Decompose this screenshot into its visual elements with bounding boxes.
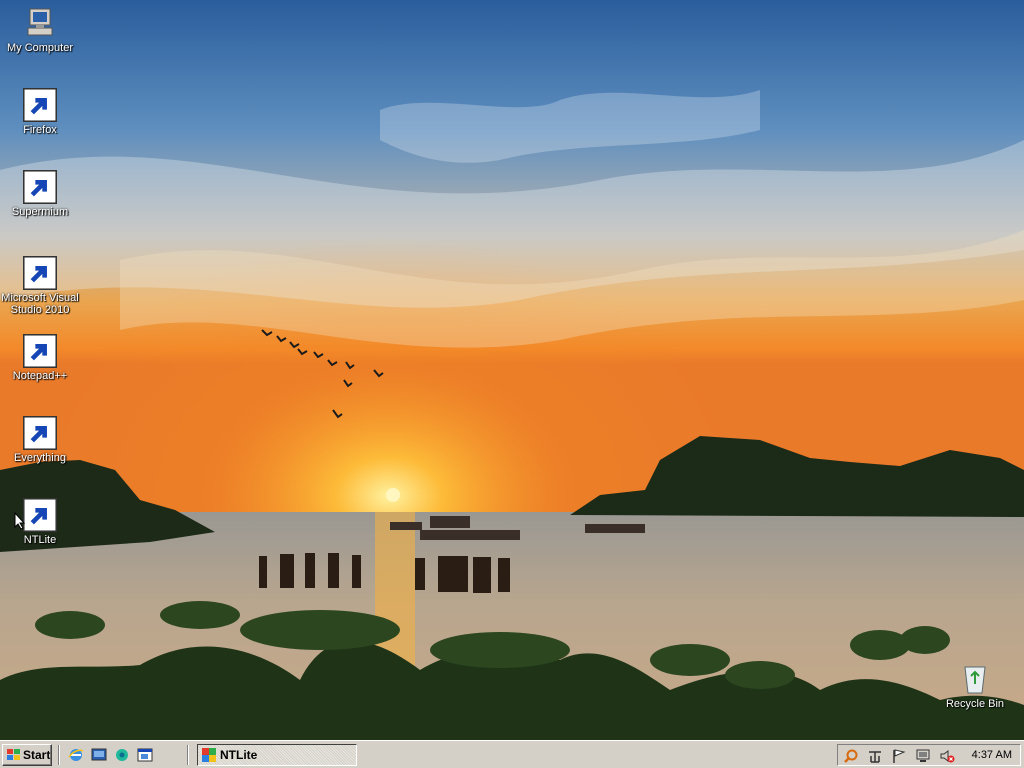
desktop-icon-label: My Computer [6, 42, 74, 54]
supermium-icon[interactable] [114, 747, 130, 763]
recycle-bin-icon [958, 662, 992, 696]
task-label: NTLite [220, 748, 258, 762]
wallpaper [0, 0, 1024, 740]
monitor-icon[interactable] [915, 748, 931, 764]
desktop-icon-supermium[interactable]: Supermium [0, 170, 80, 218]
ntlite-icon [23, 498, 57, 532]
shortcut-arrow-icon [23, 498, 57, 532]
firefox-icon [23, 88, 57, 122]
desktop-icon-my-computer[interactable]: My Computer [0, 6, 80, 54]
desktop-icon-notepad-plus-plus[interactable]: Notepad++ [0, 334, 80, 382]
my-computer-icon [23, 6, 57, 40]
desktop-icon-label: Recycle Bin [945, 698, 1005, 710]
desktop-icon-label: Firefox [23, 124, 57, 136]
notepad-plus-plus-icon [23, 334, 57, 368]
clock[interactable]: 4:37 AM [972, 745, 1012, 765]
desktop-icon-label: Microsoft Visual Studio 2010 [1, 292, 79, 316]
desktop-icon-recycle-bin[interactable]: Recycle Bin [935, 662, 1015, 710]
system-tray: 4:37 AM [837, 744, 1021, 766]
show-desktop-icon[interactable] [91, 747, 107, 763]
desktop-icon-label: Everything [14, 452, 66, 464]
search-icon[interactable] [843, 748, 859, 764]
supermium-icon [23, 170, 57, 204]
desktop-icon-label: Notepad++ [12, 370, 68, 382]
taskbar-task-ntlite[interactable]: NTLite [197, 744, 357, 766]
shortcut-arrow-icon [23, 170, 57, 204]
mouse-cursor-icon [14, 512, 26, 530]
shortcut-arrow-icon [23, 416, 57, 450]
volume-muted-icon[interactable] [939, 748, 955, 764]
window-switcher-icon[interactable] [137, 747, 153, 763]
visual-studio-icon [23, 256, 57, 290]
shortcut-arrow-icon [23, 88, 57, 122]
desktop-icon-everything[interactable]: Everything [0, 416, 80, 464]
windows-logo-icon [7, 749, 20, 760]
start-label: Start [23, 748, 51, 762]
ntlite-icon [202, 748, 216, 762]
network-icon[interactable] [867, 748, 883, 764]
desktop-icon-firefox[interactable]: Firefox [0, 88, 80, 136]
start-button[interactable]: Start [2, 744, 52, 766]
flag-icon[interactable] [891, 748, 907, 764]
shortcut-arrow-icon [23, 256, 57, 290]
desktop-icon-visual-studio[interactable]: Microsoft Visual Studio 2010 [0, 256, 80, 316]
desktop: My Computer Firefox Supermium Microsoft … [0, 0, 1024, 740]
shortcut-arrow-icon [23, 334, 57, 368]
desktop-icon-label: NTLite [23, 534, 57, 546]
taskbar-separator [58, 745, 60, 765]
taskbar-separator [187, 745, 189, 765]
desktop-icon-label: Supermium [11, 206, 69, 218]
desktop-icon-ntlite[interactable]: NTLite [0, 498, 80, 546]
internet-explorer-icon[interactable] [68, 747, 84, 763]
everything-icon [23, 416, 57, 450]
taskbar: Start NTLite 4:37 AM [0, 740, 1024, 768]
